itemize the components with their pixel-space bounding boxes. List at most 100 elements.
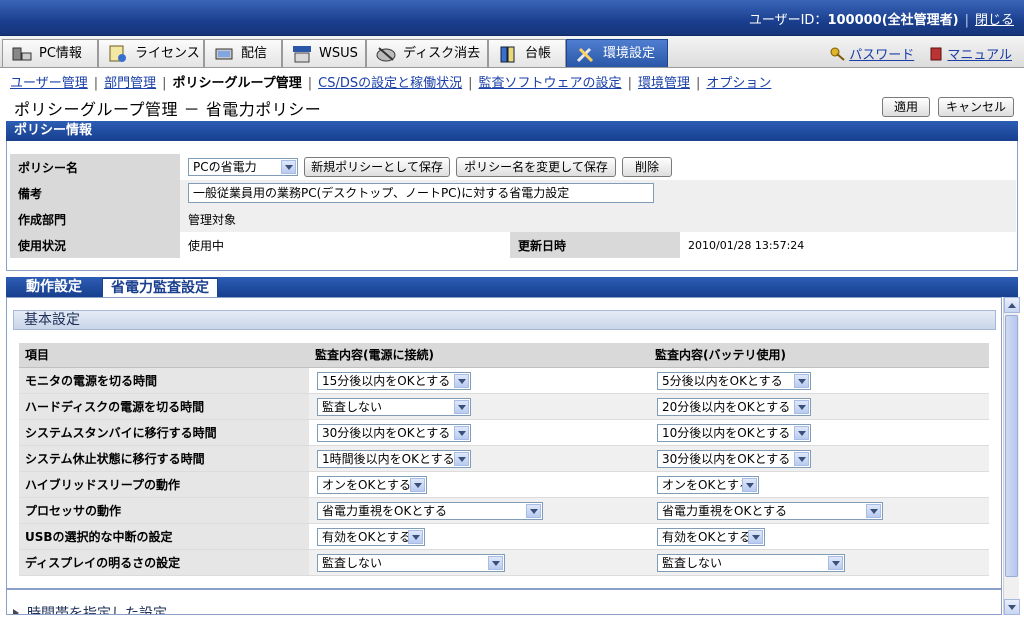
subnav-options[interactable]: オプション	[706, 76, 771, 91]
top-header: ユーザーID：100000(全社管理者) | 閉じる	[0, 0, 1024, 36]
hdd-off-ac-select[interactable]: 監査しない	[317, 397, 471, 416]
user-id-value: 100000(全社管理者)	[827, 13, 959, 28]
apply-button[interactable]: 適用	[882, 97, 930, 117]
tab-settings[interactable]: 環境設定	[566, 39, 668, 67]
table-row: ハードディスクの電源を切る時間 監査しない 20分後以内をOKとする	[19, 393, 989, 420]
subnav-user-management[interactable]: ユーザー管理	[10, 76, 88, 91]
wsus-icon	[293, 46, 311, 63]
user-info: ユーザーID：100000(全社管理者) | 閉じる	[748, 13, 1014, 28]
subnav-cs-ds-settings[interactable]: CS/DSの設定と稼働状況	[318, 76, 462, 91]
usb-suspend-ac-select[interactable]: 有効をOKとする	[317, 527, 425, 546]
page-title: ポリシーグループ管理 － 省電力ポリシー	[14, 100, 322, 119]
chevron-down-icon	[488, 555, 503, 570]
display-brightness-dc-select[interactable]: 監査しない	[657, 553, 845, 572]
tab-operation-settings[interactable]: 動作設定	[18, 278, 90, 297]
monitor-off-dc-select[interactable]: 5分後以内をOKとする	[657, 371, 811, 390]
chevron-down-icon	[454, 425, 469, 440]
table-row: USBの選択的な中断の設定 有効をOKとする 有効をOKとする	[19, 523, 989, 550]
scroll-up-icon[interactable]	[1004, 297, 1020, 313]
note-input[interactable]: 一般従業員用の業務PC(デスクトップ、ノートPC)に対する省電力設定	[188, 183, 654, 203]
pc-icon	[12, 47, 32, 61]
ledger-icon	[500, 46, 515, 63]
monitor-off-ac-select[interactable]: 15分後以内をOKとする	[317, 371, 471, 390]
sub-navigation: ユーザー管理 | 部門管理 | ポリシーグループ管理 | CS/DSの設定と稼働状況 | 監査ソ…	[10, 76, 772, 91]
settings-tab-bar: 動作設定 省電力監査設定	[6, 277, 1018, 297]
chevron-down-icon	[748, 529, 763, 544]
chevron-down-icon	[526, 503, 541, 518]
chevron-down-icon	[794, 399, 809, 414]
hdd-off-dc-select[interactable]: 20分後以内をOKとする	[657, 397, 811, 416]
chevron-down-icon	[828, 555, 843, 570]
manual-link[interactable]: マニュアル	[947, 48, 1012, 63]
distribution-icon	[215, 48, 233, 60]
col-ac-header: 監査内容(電源に接続)	[309, 343, 649, 368]
table-row: プロセッサの動作 省電力重視をOKとする 省電力重視をOKとする	[19, 497, 989, 524]
policy-name-select[interactable]: PCの省電力	[188, 158, 298, 176]
standby-ac-select[interactable]: 30分後以内をOKとする	[317, 423, 471, 442]
chevron-down-icon	[794, 451, 809, 466]
license-icon	[109, 45, 126, 62]
expand-arrow-icon	[13, 609, 19, 614]
close-link[interactable]: 閉じる	[975, 13, 1014, 28]
subnav-department-management[interactable]: 部門管理	[104, 76, 156, 91]
manual-icon	[930, 47, 942, 61]
tab-power-audit-settings[interactable]: 省電力監査設定	[102, 278, 218, 297]
subnav-environment-management[interactable]: 環境管理	[638, 76, 690, 91]
right-links: パスワード マニュアル	[830, 44, 1012, 63]
chevron-down-icon	[408, 529, 423, 544]
chevron-down-icon	[794, 373, 809, 388]
hybrid-sleep-dc-select[interactable]: オンをOKとする	[657, 475, 759, 494]
tools-icon	[576, 47, 594, 63]
chevron-down-icon	[410, 477, 425, 492]
table-row: ディスプレイの明るさの設定 監査しない 監査しない	[19, 549, 989, 576]
disk-erase-icon	[376, 47, 396, 62]
delete-button[interactable]: 削除	[622, 157, 672, 177]
policy-info-table: ポリシー名 PCの省電力 新規ポリシーとして保存 ポリシー名を変更して保存 削除…	[10, 154, 1016, 258]
chevron-down-icon	[454, 399, 469, 414]
processor-ac-select[interactable]: 省電力重視をOKとする	[317, 501, 543, 520]
scrollbar-thumb[interactable]	[1005, 315, 1018, 577]
department-value: 管理対象	[180, 206, 1016, 232]
cancel-button[interactable]: キャンセル	[938, 97, 1014, 117]
display-brightness-ac-select[interactable]: 監査しない	[317, 553, 505, 572]
key-icon	[830, 47, 845, 61]
power-audit-panel: 基本設定 項目 監査内容(電源に接続) 監査内容(バッテリ使用) モニタの電源を…	[6, 297, 1002, 615]
chevron-down-icon	[454, 373, 469, 388]
hibernate-ac-select[interactable]: 1時間後以内をOKとする	[317, 449, 471, 468]
password-link[interactable]: パスワード	[849, 48, 914, 63]
panel-scrollbar[interactable]	[1003, 297, 1020, 615]
chevron-down-icon	[866, 503, 881, 518]
note-label: 備考	[10, 180, 180, 206]
chevron-down-icon	[281, 160, 296, 174]
tab-disk-erase[interactable]: ディスク消去	[366, 39, 488, 67]
hybrid-sleep-ac-select[interactable]: オンをOKとする	[317, 475, 427, 494]
chevron-down-icon	[454, 451, 469, 466]
usage-status-label: 使用状況	[10, 232, 180, 258]
scroll-down-icon[interactable]	[1004, 599, 1020, 615]
subnav-policy-group-management: ポリシーグループ管理	[172, 76, 302, 91]
table-row: ハイブリッドスリープの動作 オンをOKとする オンをOKとする	[19, 471, 989, 498]
processor-dc-select[interactable]: 省電力重視をOKとする	[657, 501, 883, 520]
user-id-label: ユーザーID：	[748, 13, 828, 28]
basic-settings-table: 項目 監査内容(電源に接続) 監査内容(バッテリ使用) モニタの電源を切る時間 …	[19, 343, 989, 576]
usage-status-value: 使用中	[180, 232, 510, 258]
chevron-down-icon	[742, 477, 757, 492]
col-item-header: 項目	[19, 343, 309, 368]
updated-at-label: 更新日時	[510, 232, 680, 258]
department-label: 作成部門	[10, 206, 180, 232]
chevron-down-icon	[794, 425, 809, 440]
tab-distribution[interactable]: 配信	[204, 39, 282, 67]
subnav-audit-software-settings[interactable]: 監査ソフトウェアの設定	[479, 76, 622, 91]
hibernate-dc-select[interactable]: 30分後以内をOKとする	[657, 449, 811, 468]
tab-license[interactable]: ライセンス	[98, 39, 204, 67]
standby-dc-select[interactable]: 10分後以内をOKとする	[657, 423, 811, 442]
tab-ledger[interactable]: 台帳	[488, 39, 566, 67]
usb-suspend-dc-select[interactable]: 有効をOKとする	[657, 527, 765, 546]
rename-and-save-button[interactable]: ポリシー名を変更して保存	[456, 157, 616, 177]
col-dc-header: 監査内容(バッテリ使用)	[649, 343, 989, 368]
time-range-section-toggle[interactable]: 時間帯を指定した設定	[13, 603, 167, 614]
tab-wsus[interactable]: WSUS	[282, 39, 366, 67]
tab-pc-info[interactable]: PC情報	[2, 39, 98, 67]
save-as-new-policy-button[interactable]: 新規ポリシーとして保存	[304, 157, 450, 177]
policy-name-label: ポリシー名	[10, 154, 180, 180]
